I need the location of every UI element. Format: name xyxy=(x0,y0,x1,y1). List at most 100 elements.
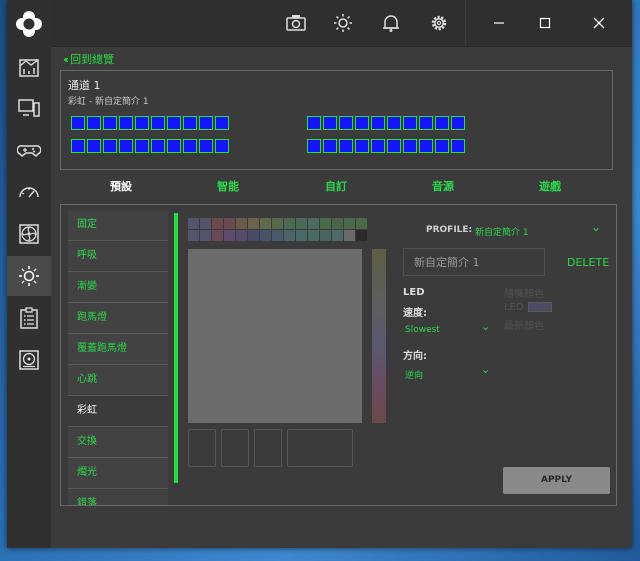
effect-item-stagger[interactable]: 錯落 xyxy=(68,489,168,505)
led-cell xyxy=(371,116,385,130)
bell-icon[interactable] xyxy=(380,13,402,33)
brightness-icon[interactable] xyxy=(332,13,354,33)
color-swatch[interactable] xyxy=(296,230,307,241)
sidebar-item-checklist[interactable] xyxy=(7,298,51,338)
color-swatch[interactable] xyxy=(212,218,223,229)
chevron-down-icon[interactable]: ⌄ xyxy=(481,363,490,376)
led-cell xyxy=(403,116,417,130)
tab-smart[interactable]: 智能 xyxy=(217,178,239,194)
color-swatch[interactable] xyxy=(344,230,355,241)
random-color-label: 隨機顏色 xyxy=(504,289,544,300)
color-swatch[interactable] xyxy=(284,218,295,229)
led-cell xyxy=(215,116,229,130)
effect-item-candle[interactable]: 燭光 xyxy=(68,458,168,489)
tab-audio[interactable]: 音源 xyxy=(432,178,454,194)
effect-item-gradient[interactable]: 漸變 xyxy=(68,272,168,303)
color-swatch[interactable] xyxy=(272,230,283,241)
color-swatch[interactable] xyxy=(260,218,271,229)
color-swatch[interactable] xyxy=(308,218,319,229)
effect-item-rainbow[interactable]: 彩虹 xyxy=(68,396,168,427)
hue-slider[interactable] xyxy=(372,249,386,423)
color-swatch[interactable] xyxy=(200,218,211,229)
led-cell xyxy=(419,116,433,130)
color-swatch[interactable] xyxy=(320,230,331,241)
maximize-button[interactable] xyxy=(519,0,571,46)
color-swatch[interactable] xyxy=(332,218,343,229)
led-cell xyxy=(167,139,181,153)
led-cell xyxy=(135,139,149,153)
color-swatch[interactable] xyxy=(236,218,247,229)
profile-name-input[interactable]: 新自定簡介 1 xyxy=(403,248,545,276)
color-swatch[interactable] xyxy=(296,218,307,229)
led-faint-label: LED xyxy=(504,302,524,313)
led-group-bottom-left xyxy=(71,139,229,153)
led-cell xyxy=(387,116,401,130)
color-swatch[interactable] xyxy=(260,230,271,241)
led-cell xyxy=(403,139,417,153)
color-swatch[interactable] xyxy=(356,230,367,241)
color-swatch[interactable] xyxy=(332,230,343,241)
color-picker-area[interactable] xyxy=(188,249,362,423)
led-cell xyxy=(339,139,353,153)
color-swatch[interactable] xyxy=(248,230,259,241)
color-slot-1[interactable] xyxy=(188,429,216,467)
effect-item-swap[interactable]: 交換 xyxy=(68,427,168,458)
delete-button[interactable]: DELETE xyxy=(567,256,609,269)
sidebar-item-performance[interactable] xyxy=(7,172,51,212)
sidebar-item-storage[interactable] xyxy=(7,340,51,380)
maximize-icon xyxy=(539,17,551,29)
color-swatch[interactable] xyxy=(272,218,283,229)
effect-list-scrollbar[interactable] xyxy=(174,213,178,483)
sidebar-item-lighting[interactable] xyxy=(7,256,51,296)
led-group-top-left xyxy=(71,116,229,130)
color-swatch[interactable] xyxy=(212,230,223,241)
led-cell xyxy=(199,116,213,130)
sidebar-item-system[interactable] xyxy=(7,88,51,128)
color-swatch[interactable] xyxy=(236,230,247,241)
effect-item-overlay-marquee[interactable]: 覆蓋跑馬燈 xyxy=(68,334,168,365)
effect-item-breathing[interactable]: 呼吸 xyxy=(68,241,168,272)
color-swatch[interactable] xyxy=(224,230,235,241)
channel-title: 通道 1 xyxy=(68,79,101,92)
color-swatch[interactable] xyxy=(224,218,235,229)
led-cell xyxy=(87,116,101,130)
color-swatch[interactable] xyxy=(344,218,355,229)
color-swatch[interactable] xyxy=(356,218,367,229)
monitor-icon xyxy=(18,99,40,117)
direction-dropdown[interactable]: 逆向 xyxy=(405,368,423,381)
color-swatch[interactable] xyxy=(248,218,259,229)
color-swatch[interactable] xyxy=(308,230,319,241)
color-swatch[interactable] xyxy=(200,230,211,241)
color-swatch[interactable] xyxy=(320,218,331,229)
color-slot-2[interactable] xyxy=(221,429,249,467)
effect-item-heartbeat[interactable]: 心跳 xyxy=(68,365,168,396)
profile-select[interactable]: 新自定簡介 1 xyxy=(475,225,529,238)
close-button[interactable] xyxy=(573,0,625,46)
led-cell xyxy=(119,139,133,153)
color-slot-3[interactable] xyxy=(254,429,282,467)
tab-preset[interactable]: 預設 xyxy=(110,178,132,194)
color-swatch[interactable] xyxy=(188,230,199,241)
led-cell xyxy=(451,139,465,153)
tab-custom[interactable]: 自訂 xyxy=(325,178,347,194)
back-to-overview-link[interactable]: ‹‹ 回到總覽 xyxy=(63,51,114,67)
sidebar-item-fan[interactable] xyxy=(7,214,51,254)
color-swatch[interactable] xyxy=(284,230,295,241)
clipboard-icon xyxy=(20,307,38,329)
apply-button[interactable]: APPLY xyxy=(503,467,610,494)
effect-item-marquee[interactable]: 跑馬燈 xyxy=(68,303,168,334)
sidebar-item-gaming[interactable] xyxy=(7,130,51,170)
minimize-button[interactable] xyxy=(473,0,525,46)
chevron-down-icon[interactable]: ⌄ xyxy=(591,220,601,234)
tab-game[interactable]: 遊戲 xyxy=(539,178,561,194)
direction-label: 方向: xyxy=(403,351,427,362)
sidebar-item-dashboard[interactable] xyxy=(7,48,51,88)
color-swatch[interactable] xyxy=(188,218,199,229)
speed-dropdown[interactable]: Slowest xyxy=(405,325,440,335)
camera-icon[interactable] xyxy=(285,13,307,33)
color-slot-4[interactable] xyxy=(287,429,353,467)
chevron-down-icon[interactable]: ⌄ xyxy=(481,320,490,333)
led-cell xyxy=(339,116,353,130)
gear-icon[interactable] xyxy=(428,13,450,33)
effect-item-static[interactable]: 固定 xyxy=(68,210,168,241)
